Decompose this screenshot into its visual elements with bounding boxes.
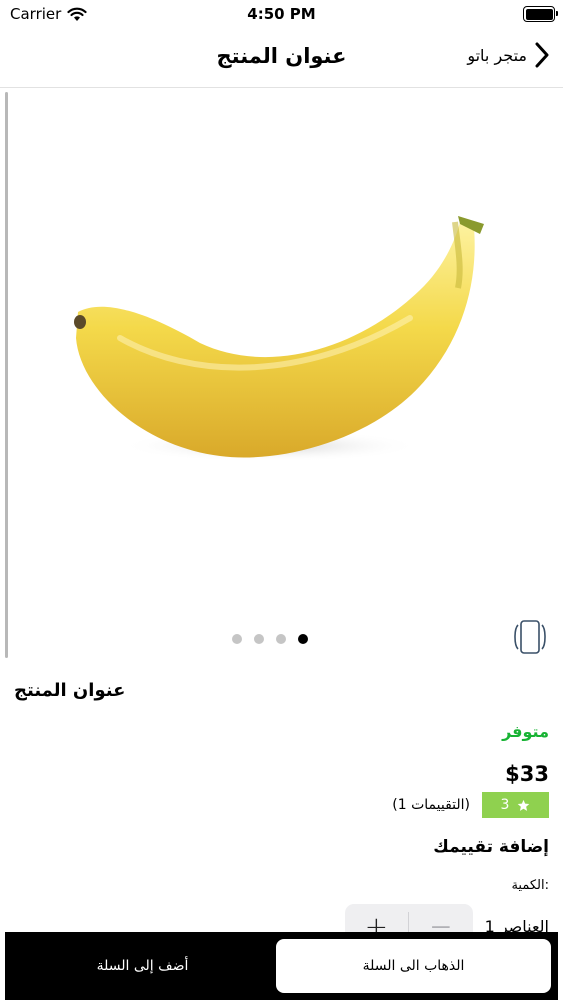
page-dot[interactable] [254, 634, 264, 644]
ar-view-icon[interactable] [513, 618, 547, 656]
bottom-action-bar: أضف إلى السلة الذهاب الى السلة [5, 932, 558, 1000]
battery-icon [523, 6, 558, 22]
navigation-bar: عنوان المنتج متجر باتو [0, 30, 563, 88]
rating-count: (1 التقييمات) [392, 797, 470, 813]
rating-row[interactable]: (1 التقييمات) 3 [392, 792, 549, 818]
quantity-label: الكمية: [511, 878, 549, 893]
rating-value: 3 [500, 797, 510, 813]
add-to-cart-button[interactable]: أضف إلى السلة [5, 932, 280, 1000]
back-button[interactable]: متجر باتو [467, 42, 549, 68]
back-button-label: متجر باتو [467, 45, 527, 65]
star-icon [518, 799, 530, 811]
product-price: $33 [505, 762, 549, 786]
availability-status: متوفر [502, 722, 549, 741]
page-dot[interactable] [276, 634, 286, 644]
status-bar: Carrier 4:50 PM [0, 0, 563, 30]
product-image-gallery[interactable] [0, 88, 563, 660]
clock: 4:50 PM [247, 5, 316, 23]
add-review-link[interactable]: إضافة تقييمك [433, 837, 549, 857]
scroll-indicator [5, 92, 8, 658]
chevron-right-icon [535, 42, 549, 68]
page-dot[interactable] [232, 634, 242, 644]
product-image [74, 216, 484, 462]
rating-badge[interactable]: 3 [482, 792, 549, 818]
go-to-cart-button[interactable]: الذهاب الى السلة [276, 939, 551, 993]
page-dot-active[interactable] [298, 634, 308, 644]
product-title: عنوان المنتج [14, 680, 126, 701]
page-indicator[interactable] [232, 634, 308, 644]
